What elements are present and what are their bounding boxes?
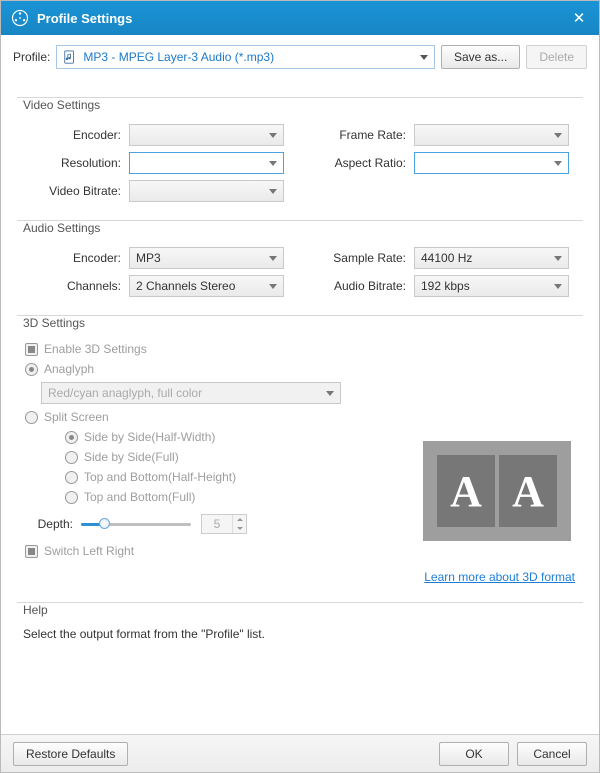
chevron-down-icon [554, 284, 562, 289]
samplerate-label: Sample Rate: [314, 251, 414, 265]
switch-lr-row: Switch Left Right [17, 544, 583, 558]
resolution-label: Resolution: [17, 156, 129, 170]
enable-3d-checkbox[interactable] [25, 343, 38, 356]
video-bitrate-select[interactable] [129, 180, 284, 202]
tab-full-label: Top and Bottom(Full) [84, 490, 195, 504]
enable-3d-row: Enable 3D Settings [17, 342, 583, 356]
anaglyph-row: Anaglyph [17, 362, 583, 376]
spin-up-icon[interactable] [233, 515, 246, 524]
profile-label: Profile: [13, 50, 50, 64]
video-section-title: Video Settings [21, 98, 106, 112]
audio-encoder-label: Encoder: [17, 251, 129, 265]
threed-preview-left: A [437, 455, 495, 527]
audio-encoder-select[interactable]: MP3 [129, 247, 284, 269]
audio-settings-section: Audio Settings Encoder: MP3 Sample Rate:… [17, 220, 583, 297]
video-encoder-select[interactable] [129, 124, 284, 146]
framerate-label: Frame Rate: [314, 128, 414, 142]
tab-half-radio[interactable] [65, 471, 78, 484]
chevron-down-icon [269, 284, 277, 289]
chevron-down-icon [269, 133, 277, 138]
chevron-down-icon [269, 189, 277, 194]
video-settings-section: Video Settings Encoder: Frame Rate: Reso… [17, 97, 583, 202]
profile-settings-window: Profile Settings ✕ Profile: MP3 - MPEG L… [0, 0, 600, 773]
channels-label: Channels: [17, 279, 129, 293]
music-file-icon [63, 50, 77, 64]
close-icon[interactable]: ✕ [569, 9, 589, 27]
threed-section-title: 3D Settings [21, 316, 91, 330]
audio-section-title: Audio Settings [21, 221, 106, 235]
anaglyph-label: Anaglyph [44, 362, 94, 376]
aspect-label: Aspect Ratio: [314, 156, 414, 170]
aspect-select[interactable] [414, 152, 569, 174]
tab-full-radio[interactable] [65, 491, 78, 504]
delete-button: Delete [526, 45, 587, 69]
sbs-full-radio[interactable] [65, 451, 78, 464]
video-bitrate-label: Video Bitrate: [17, 184, 129, 198]
content-area: Video Settings Encoder: Frame Rate: Reso… [1, 75, 599, 734]
channels-select[interactable]: 2 Channels Stereo [129, 275, 284, 297]
anaglyph-combo-row: Red/cyan anaglyph, full color [17, 382, 583, 404]
app-icon [11, 9, 29, 27]
window-title: Profile Settings [37, 11, 569, 26]
learn-more-link[interactable]: Learn more about 3D format [424, 570, 575, 584]
depth-slider[interactable] [81, 516, 191, 532]
spin-down-icon[interactable] [233, 524, 246, 533]
audio-bitrate-select[interactable]: 192 kbps [414, 275, 569, 297]
chevron-down-icon [326, 391, 334, 396]
profile-select[interactable]: MP3 - MPEG Layer-3 Audio (*.mp3) [56, 45, 435, 69]
titlebar: Profile Settings ✕ [1, 1, 599, 35]
switch-lr-checkbox[interactable] [25, 545, 38, 558]
audio-bitrate-label: Audio Bitrate: [314, 279, 414, 293]
help-section: Help Select the output format from the "… [17, 602, 583, 645]
anaglyph-radio[interactable] [25, 363, 38, 376]
help-section-title: Help [21, 603, 54, 617]
profile-value: MP3 - MPEG Layer-3 Audio (*.mp3) [83, 50, 274, 64]
video-encoder-label: Encoder: [17, 128, 129, 142]
chevron-down-icon [554, 161, 562, 166]
split-radio[interactable] [25, 411, 38, 424]
help-text: Select the output format from the "Profi… [17, 623, 583, 645]
sbs-half-radio[interactable] [65, 431, 78, 444]
chevron-down-icon [269, 256, 277, 261]
enable-3d-label: Enable 3D Settings [44, 342, 147, 356]
framerate-select[interactable] [414, 124, 569, 146]
chevron-down-icon [420, 55, 428, 60]
sbs-full-label: Side by Side(Full) [84, 450, 179, 464]
anaglyph-select: Red/cyan anaglyph, full color [41, 382, 341, 404]
footer: Restore Defaults OK Cancel [1, 734, 599, 772]
chevron-down-icon [554, 256, 562, 261]
split-row: Split Screen [17, 410, 583, 424]
profile-row: Profile: MP3 - MPEG Layer-3 Audio (*.mp3… [1, 35, 599, 75]
threed-preview-right: A [499, 455, 557, 527]
sbs-half-label: Side by Side(Half-Width) [84, 430, 215, 444]
depth-spin[interactable]: 5 [201, 514, 247, 534]
tab-half-label: Top and Bottom(Half-Height) [84, 470, 236, 484]
resolution-select[interactable] [129, 152, 284, 174]
depth-label: Depth: [17, 517, 81, 531]
restore-defaults-button[interactable]: Restore Defaults [13, 742, 128, 766]
threed-preview: A A [423, 441, 571, 541]
save-as-button[interactable]: Save as... [441, 45, 520, 69]
cancel-button[interactable]: Cancel [517, 742, 587, 766]
ok-button[interactable]: OK [439, 742, 509, 766]
chevron-down-icon [554, 133, 562, 138]
switch-lr-label: Switch Left Right [44, 544, 134, 558]
split-label: Split Screen [44, 410, 109, 424]
chevron-down-icon [269, 161, 277, 166]
samplerate-select[interactable]: 44100 Hz [414, 247, 569, 269]
